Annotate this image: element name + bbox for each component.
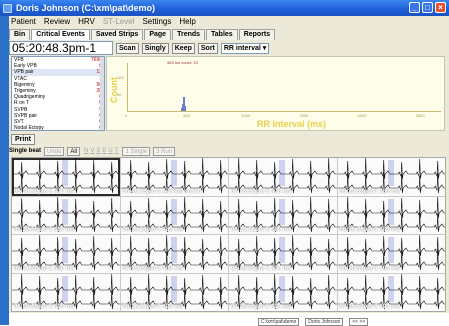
strip-label: 06:46:18pm-1 478 ms saved (122, 188, 202, 195)
window-title: Doris Johnson (C:\xm\pat\demo) (16, 3, 156, 13)
single-beat-label: Single beat (9, 148, 42, 154)
strip-label: 06:20:59pm-1 494 ms (339, 265, 400, 272)
menu-item-settings[interactable]: Settings (142, 17, 171, 27)
view-tabs: Bin Critical Events Saved Strips Page Trends… (9, 29, 276, 40)
sort-button[interactable]: Sort (197, 42, 218, 54)
minimize-icon[interactable]: _ (409, 2, 420, 13)
ecg-strip-grid: 05:20:48pm-1 472 ms 06:46:18pm-1 478 ms s… (11, 157, 446, 312)
chart-xlabel: RR Interval (ms) (257, 119, 327, 129)
ecg-strip[interactable]: 06:21:00pm-1 489 ms (12, 235, 120, 273)
rr-histogram-chart: Count 483 ms count: 13 RR Interval (ms) … (106, 56, 445, 131)
y-tick-label: 50 (117, 91, 122, 97)
keep-button[interactable]: Keep (171, 42, 195, 54)
scan-button[interactable]: Scan (116, 42, 139, 54)
x-tick-label: 0 (125, 113, 128, 118)
ecg-strip[interactable]: 05:20:48pm-1 472 ms (12, 158, 120, 196)
ecg-strip[interactable]: 06:46:18pm-1 478 ms saved (120, 158, 228, 196)
run-button[interactable]: 3 Run (153, 146, 176, 156)
tab-page[interactable]: Page (144, 29, 172, 40)
list-item[interactable]: Nodal Ectopy0 (12, 125, 104, 131)
toolbar: 05:20:48.3pm-1 Scan Singly Keep Sort RR … (9, 41, 449, 55)
event-list[interactable]: VFB7698Early VPB0VPB pair13VTAC1Bigeminy… (11, 56, 105, 131)
strip-label: 07:26:52pm-1 478 ms (231, 188, 292, 195)
tab-trends[interactable]: Trends (172, 29, 206, 40)
ecg-strip[interactable]: 06:20:55pm-1 483 ms (12, 196, 120, 234)
undo-button[interactable]: Undo (44, 146, 65, 156)
bottom-margin (9, 313, 449, 325)
menu-item-st-level[interactable]: ST-Level (103, 17, 135, 27)
strip-label: 06:26:22pm-1 489 ms (231, 227, 292, 233)
all-button[interactable]: All (67, 146, 81, 156)
x-tick-label: 2000 (357, 113, 367, 118)
singly-button[interactable]: Singly (141, 42, 169, 54)
strip-label: 06:56:36pm-1 489 ms (339, 227, 400, 233)
x-tick-label: 500 (183, 113, 190, 118)
strip-label: 06:21:00pm-1 489 ms (14, 265, 75, 272)
strip-label: 07:55:09pm-1 489 ms (122, 265, 183, 272)
print-button[interactable]: Print (11, 134, 35, 145)
menu-bar: Patient Review HRV ST-Level Settings Help (9, 17, 449, 27)
sort-select[interactable]: RR interval ▾ (220, 42, 270, 54)
ecg-strip[interactable]: 07:55:09pm-1 489 ms (120, 235, 228, 273)
beat-letter-group: NVSEUT (83, 148, 119, 154)
chart-annotation: 483 ms count: 13 (167, 60, 198, 65)
ecg-strip[interactable]: 06:12:21pm-1 499 ms (120, 273, 228, 311)
ecg-strip[interactable]: 07:26:55pm-1 494 ms (229, 273, 337, 311)
chart-ylabel: Count (109, 77, 119, 103)
ecg-strip[interactable]: 06:26:22pm-1 489 ms (229, 196, 337, 234)
strip-label: 07:00:09pm-1 499 ms (14, 304, 75, 310)
menu-item-patient[interactable]: Patient (11, 17, 36, 27)
menu-item-help[interactable]: Help (179, 17, 195, 27)
single-button[interactable]: 1 Single (122, 146, 151, 156)
menu-item-hrv[interactable]: HRV (78, 17, 95, 27)
x-tick-label: 1500 (299, 113, 309, 118)
ecg-strip[interactable]: 06:12:18pm-1 483 ms (120, 196, 228, 234)
strip-label: 06:20:55pm-1 483 ms (14, 227, 75, 233)
ecg-strip[interactable]: 07:35:58pm-1 494 ms (337, 273, 445, 311)
ecg-strip[interactable]: 06:56:36pm-1 489 ms (337, 196, 445, 234)
x-tick-label: 1000 (241, 113, 251, 118)
event-name: Nodal Ectopy (14, 125, 44, 131)
strip-label: 05:40:09pm-1 494 ms (231, 265, 292, 272)
histogram-bar (185, 108, 187, 111)
strip-label: 05:20:52pm-1 483 ms (339, 188, 400, 195)
tab-bin[interactable]: Bin (9, 29, 31, 40)
strip-label: 07:26:55pm-1 494 ms (231, 304, 292, 310)
event-list-scrollbar[interactable] (100, 57, 104, 130)
close-icon[interactable]: × (435, 2, 446, 13)
tab-reports[interactable]: Reports (238, 29, 276, 40)
title-bar: Doris Johnson (C:\xm\pat\demo) _ □ × (0, 0, 449, 16)
app-icon (3, 3, 12, 13)
beat-toolbar: Single beat Undo All NVSEUT 1 Single 3 R… (9, 146, 449, 156)
strip-label: 06:12:21pm-1 499 ms (122, 304, 183, 310)
ecg-strip[interactable]: 05:40:09pm-1 494 ms (229, 235, 337, 273)
y-tick-label: 100 (117, 74, 124, 80)
x-tick-label: 2500 (415, 113, 425, 118)
tab-tables[interactable]: Tables (206, 29, 238, 40)
chart-x-axis (127, 111, 441, 112)
ecg-strip[interactable]: 07:00:09pm-1 499 ms (12, 273, 120, 311)
strip-label: 07:35:58pm-1 494 ms (339, 304, 400, 310)
strip-label: 06:12:18pm-1 483 ms (122, 227, 183, 233)
ecg-strip[interactable]: 05:20:52pm-1 483 ms (337, 158, 445, 196)
app-window: Doris Johnson (C:\xm\pat\demo) _ □ × Pat… (0, 0, 449, 326)
maximize-icon[interactable]: □ (422, 2, 433, 13)
tab-saved-strips[interactable]: Saved Strips (90, 29, 144, 40)
left-accent-strip (0, 16, 9, 325)
ecg-strip[interactable]: 06:20:59pm-1 494 ms (337, 235, 445, 273)
ecg-strip[interactable]: 07:26:52pm-1 478 ms (229, 158, 337, 196)
time-field[interactable]: 05:20:48.3pm-1 (9, 41, 113, 55)
chart-y-axis (127, 63, 128, 111)
beat-type-t[interactable]: T (114, 148, 120, 154)
menu-item-review[interactable]: Review (44, 17, 70, 27)
strip-label: 05:20:48pm-1 472 ms (14, 188, 75, 195)
tab-critical-events[interactable]: Critical Events (31, 29, 90, 40)
